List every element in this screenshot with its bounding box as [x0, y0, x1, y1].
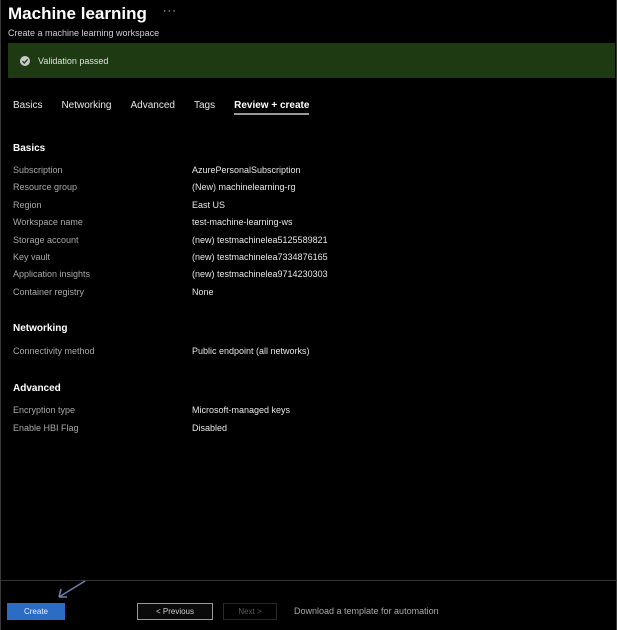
tab-tags[interactable]: Tags [194, 100, 215, 111]
row-label: Container registry [13, 287, 85, 297]
create-button[interactable]: Create [7, 603, 65, 620]
section-title-basics: Basics [13, 143, 46, 154]
validation-status-text: Validation passed [38, 55, 109, 66]
row-value: Microsoft-managed keys [192, 405, 291, 415]
footer-divider [1, 580, 617, 581]
tab-review-create[interactable]: Review + create [234, 100, 310, 115]
download-template-link[interactable]: Download a template for automation [294, 606, 439, 616]
check-circle-icon [20, 55, 30, 66]
row-label: Subscription [13, 165, 63, 175]
row-value: (new) testmachinelea5125589821 [192, 235, 328, 245]
row-label: Workspace name [13, 217, 83, 227]
row-label: Storage account [13, 235, 79, 245]
row-label: Application insights [13, 269, 91, 279]
wizard-tabs: Basics Networking Advanced Tags Review +… [13, 100, 328, 115]
row-value: (New) machinelearning-rg [192, 182, 296, 192]
review-create-page: Machine learning ··· Create a machine le… [0, 0, 617, 630]
row-label: Resource group [13, 182, 78, 192]
row-value: None [192, 287, 214, 297]
section-title-networking: Networking [13, 323, 68, 334]
pointer-arrow-icon [58, 580, 86, 598]
page-title: Machine learning [8, 4, 147, 23]
page-subtitle: Create a machine learning workspace [8, 28, 160, 38]
more-options-icon[interactable]: ··· [163, 5, 177, 17]
title-row: Machine learning ··· [8, 4, 177, 24]
row-value: AzurePersonalSubscription [192, 165, 301, 175]
page-header: Machine learning ··· Create a machine le… [8, 4, 177, 38]
row-label: Connectivity method [13, 346, 95, 356]
row-value: test-machine-learning-ws [192, 217, 293, 227]
row-value: (new) testmachinelea9714230303 [192, 269, 328, 279]
tab-basics[interactable]: Basics [13, 100, 42, 111]
row-label: Region [13, 200, 42, 210]
row-value: East US [192, 200, 226, 210]
section-title-advanced: Advanced [13, 383, 61, 394]
next-button[interactable]: Next > [223, 603, 277, 620]
previous-button[interactable]: < Previous [137, 603, 213, 620]
tab-advanced[interactable]: Advanced [130, 100, 174, 111]
tab-networking[interactable]: Networking [61, 100, 111, 111]
row-label: Enable HBI Flag [13, 423, 79, 433]
row-label: Encryption type [13, 405, 76, 415]
row-value: Disabled [192, 423, 228, 433]
row-value: Public endpoint (all networks) [192, 346, 310, 356]
validation-banner: Validation passed [8, 43, 615, 78]
row-value: (new) testmachinelea7334876165 [192, 252, 328, 262]
row-label: Key vault [13, 252, 51, 262]
